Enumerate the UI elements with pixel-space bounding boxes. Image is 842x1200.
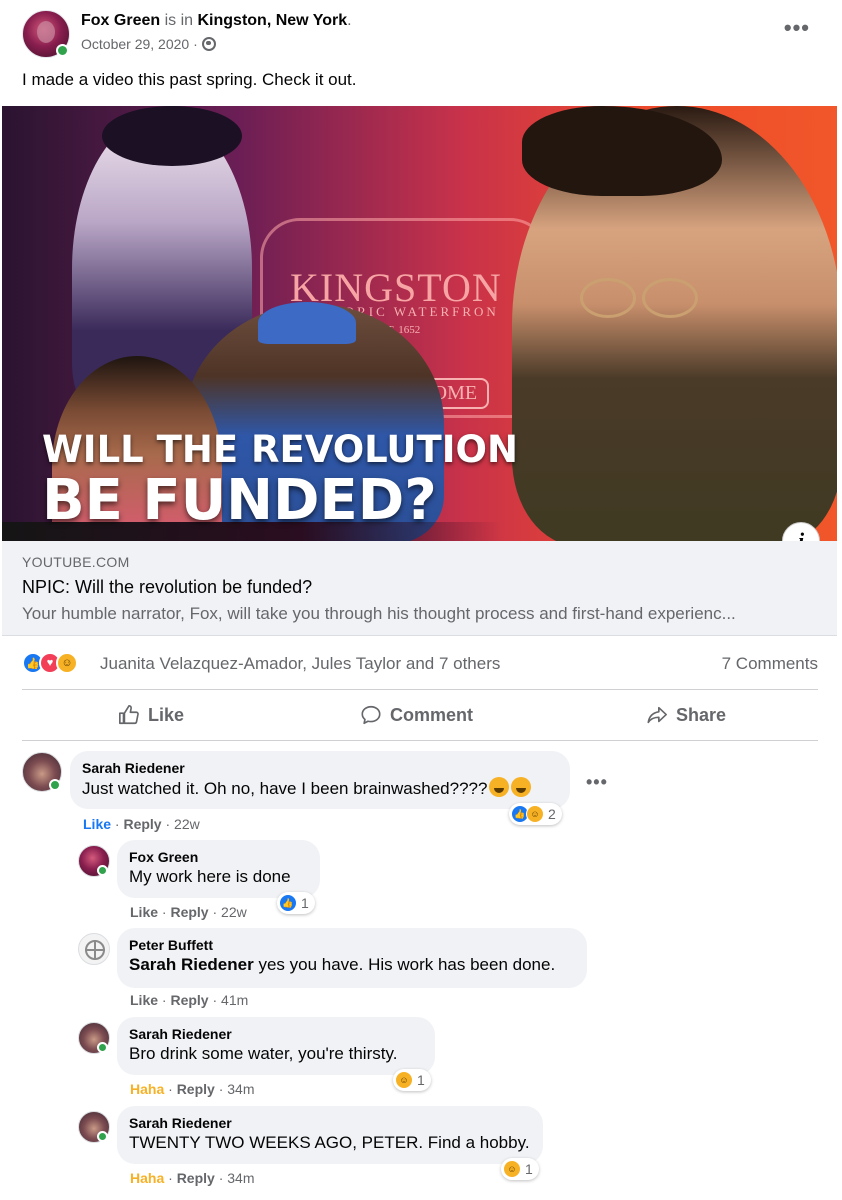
comment-text: TWENTY TWO WEEKS AGO, PETER. Find a hobb…: [129, 1133, 530, 1152]
comment-bubble: Fox Green My work here is done: [117, 840, 320, 898]
comment-meta: Like · Reply · 22w: [130, 904, 247, 920]
comment-reactions[interactable]: ☺ 1: [501, 1158, 539, 1180]
comment-time[interactable]: 34m: [227, 1170, 254, 1186]
haha-reaction-icon: ☺: [395, 1071, 413, 1089]
video-thumbnail[interactable]: KINGSTON TORIC WATERFRON EST. 1652 WELCO…: [2, 106, 837, 541]
mention-link[interactable]: Sarah Riedener: [129, 955, 254, 974]
glasses-left: [580, 278, 636, 318]
comment-reactions[interactable]: 👍 ☺ 2: [509, 803, 562, 825]
like-button[interactable]: Like: [118, 702, 184, 728]
comment-author[interactable]: Sarah Riedener: [129, 1025, 423, 1043]
comment-meta: Haha · Reply · 34m: [130, 1170, 255, 1186]
online-status-dot: [97, 1131, 108, 1142]
author-name[interactable]: Fox Green: [81, 12, 160, 29]
comment-text: Bro drink some water, you're thirsty.: [129, 1044, 398, 1063]
person-hair-1: [102, 106, 242, 166]
haha-reaction-icon: ☺: [503, 1160, 521, 1178]
like-label: Like: [148, 704, 185, 725]
commenter-avatar[interactable]: [78, 933, 110, 965]
comment-options-icon[interactable]: •••: [586, 772, 608, 793]
online-status-dot: [97, 1042, 108, 1053]
comment-label: Comment: [390, 704, 474, 725]
comment-like-button[interactable]: Like: [130, 904, 158, 920]
comment-author[interactable]: Sarah Riedener: [82, 759, 558, 777]
is-in-text: is in: [164, 12, 194, 29]
comment-time[interactable]: 22w: [221, 904, 247, 920]
online-status-dot: [56, 44, 69, 57]
facebook-post: Fox Green is in Kingston, New York. Octo…: [0, 0, 842, 1200]
thumbs-up-icon: [119, 705, 139, 725]
comment-meta: Like · Reply · 41m: [130, 992, 249, 1008]
post-date: October 29, 2020 ·: [81, 36, 216, 52]
link-preview[interactable]: YOUTUBE.COM NPIC: Will the revolution be…: [2, 541, 837, 636]
comment-bubble: Peter Buffett Sarah Riedener yes you hav…: [117, 928, 587, 988]
comments-count[interactable]: 7 Comments: [722, 654, 818, 674]
thumbnail-title-line1: WILL THE REVOLUTION: [42, 428, 518, 471]
comment-reply-button[interactable]: Reply: [170, 992, 208, 1008]
comment-time[interactable]: 34m: [227, 1081, 254, 1097]
comment-reply-button[interactable]: Reply: [177, 1170, 215, 1186]
comment-button[interactable]: Comment: [360, 702, 473, 728]
like-reaction-icon: 👍: [279, 894, 297, 912]
comment-bubble: Sarah Riedener Bro drink some water, you…: [117, 1017, 435, 1075]
comment-text: Just watched it. Oh no, have I been brai…: [82, 777, 558, 800]
post-text: I made a video this past spring. Check i…: [22, 70, 357, 89]
link-description: Your humble narrator, Fox, will take you…: [22, 604, 736, 623]
comment-time[interactable]: 22w: [174, 816, 200, 832]
link-domain: YOUTUBE.COM: [22, 554, 130, 570]
comment-meta: Haha · Reply · 34m: [130, 1081, 255, 1097]
comment-text: Sarah Riedener yes you have. His work ha…: [129, 955, 556, 974]
comment-reactions[interactable]: 👍 1: [277, 892, 315, 914]
haha-reaction-icon: ☺: [56, 652, 78, 674]
comment-reply-button[interactable]: Reply: [123, 816, 161, 832]
link-title[interactable]: NPIC: Will the revolution be funded?: [22, 577, 312, 598]
haha-reaction-icon: ☺: [526, 805, 544, 823]
divider: [22, 740, 818, 741]
share-label: Share: [676, 704, 727, 725]
comment-reply-button[interactable]: Reply: [177, 1081, 215, 1097]
comment-like-button[interactable]: Like: [130, 992, 158, 1008]
globe-icon: [201, 37, 216, 51]
reaction-count: 1: [525, 1161, 533, 1177]
comment-bubble: Sarah Riedener TWENTY TWO WEEKS AGO, PET…: [117, 1106, 543, 1164]
person-cap: [258, 302, 356, 344]
share-arrow-icon: [647, 706, 667, 724]
comment-haha-button[interactable]: Haha: [130, 1081, 164, 1097]
comment-bubble-icon: [361, 705, 381, 725]
compass-logo-icon: [85, 940, 105, 960]
comment-author[interactable]: Sarah Riedener: [129, 1114, 531, 1132]
comment-bubble: Sarah Riedener Just watched it. Oh no, h…: [70, 751, 570, 809]
reaction-count: 1: [301, 895, 309, 911]
share-button[interactable]: Share: [646, 702, 726, 728]
glasses-right: [642, 278, 698, 318]
comment-meta: Like · Reply · 22w: [83, 816, 200, 832]
reaction-icons[interactable]: 👍 ♥ ☺: [22, 652, 78, 674]
post-header-title: Fox Green is in Kingston, New York.: [81, 11, 352, 31]
comment-author[interactable]: Peter Buffett: [129, 936, 575, 954]
online-status-dot: [97, 865, 108, 876]
online-status-dot: [49, 779, 61, 791]
comment-like-button[interactable]: Like: [83, 816, 111, 832]
divider: [22, 689, 818, 690]
comment-reactions[interactable]: ☺ 1: [393, 1069, 431, 1091]
reaction-count: 2: [548, 806, 556, 822]
reaction-count: 1: [417, 1072, 425, 1088]
location-link[interactable]: Kingston, New York: [198, 12, 348, 29]
post-timestamp[interactable]: October 29, 2020 ·: [81, 36, 198, 52]
comment-author[interactable]: Fox Green: [129, 848, 308, 866]
comment-haha-button[interactable]: Haha: [130, 1170, 164, 1186]
reaction-names[interactable]: Juanita Velazquez-Amador, Jules Taylor a…: [100, 654, 500, 674]
rolling-laughing-emoji-icon: [511, 777, 532, 797]
comment-text: My work here is done: [129, 867, 291, 886]
comment-time[interactable]: 41m: [221, 992, 248, 1008]
laughing-emoji-icon: [489, 777, 510, 797]
more-options-icon[interactable]: •••: [784, 17, 810, 39]
comment-reply-button[interactable]: Reply: [170, 904, 208, 920]
thumbnail-title-line2: BE FUNDED?: [42, 468, 437, 533]
location-suffix: .: [347, 12, 352, 29]
